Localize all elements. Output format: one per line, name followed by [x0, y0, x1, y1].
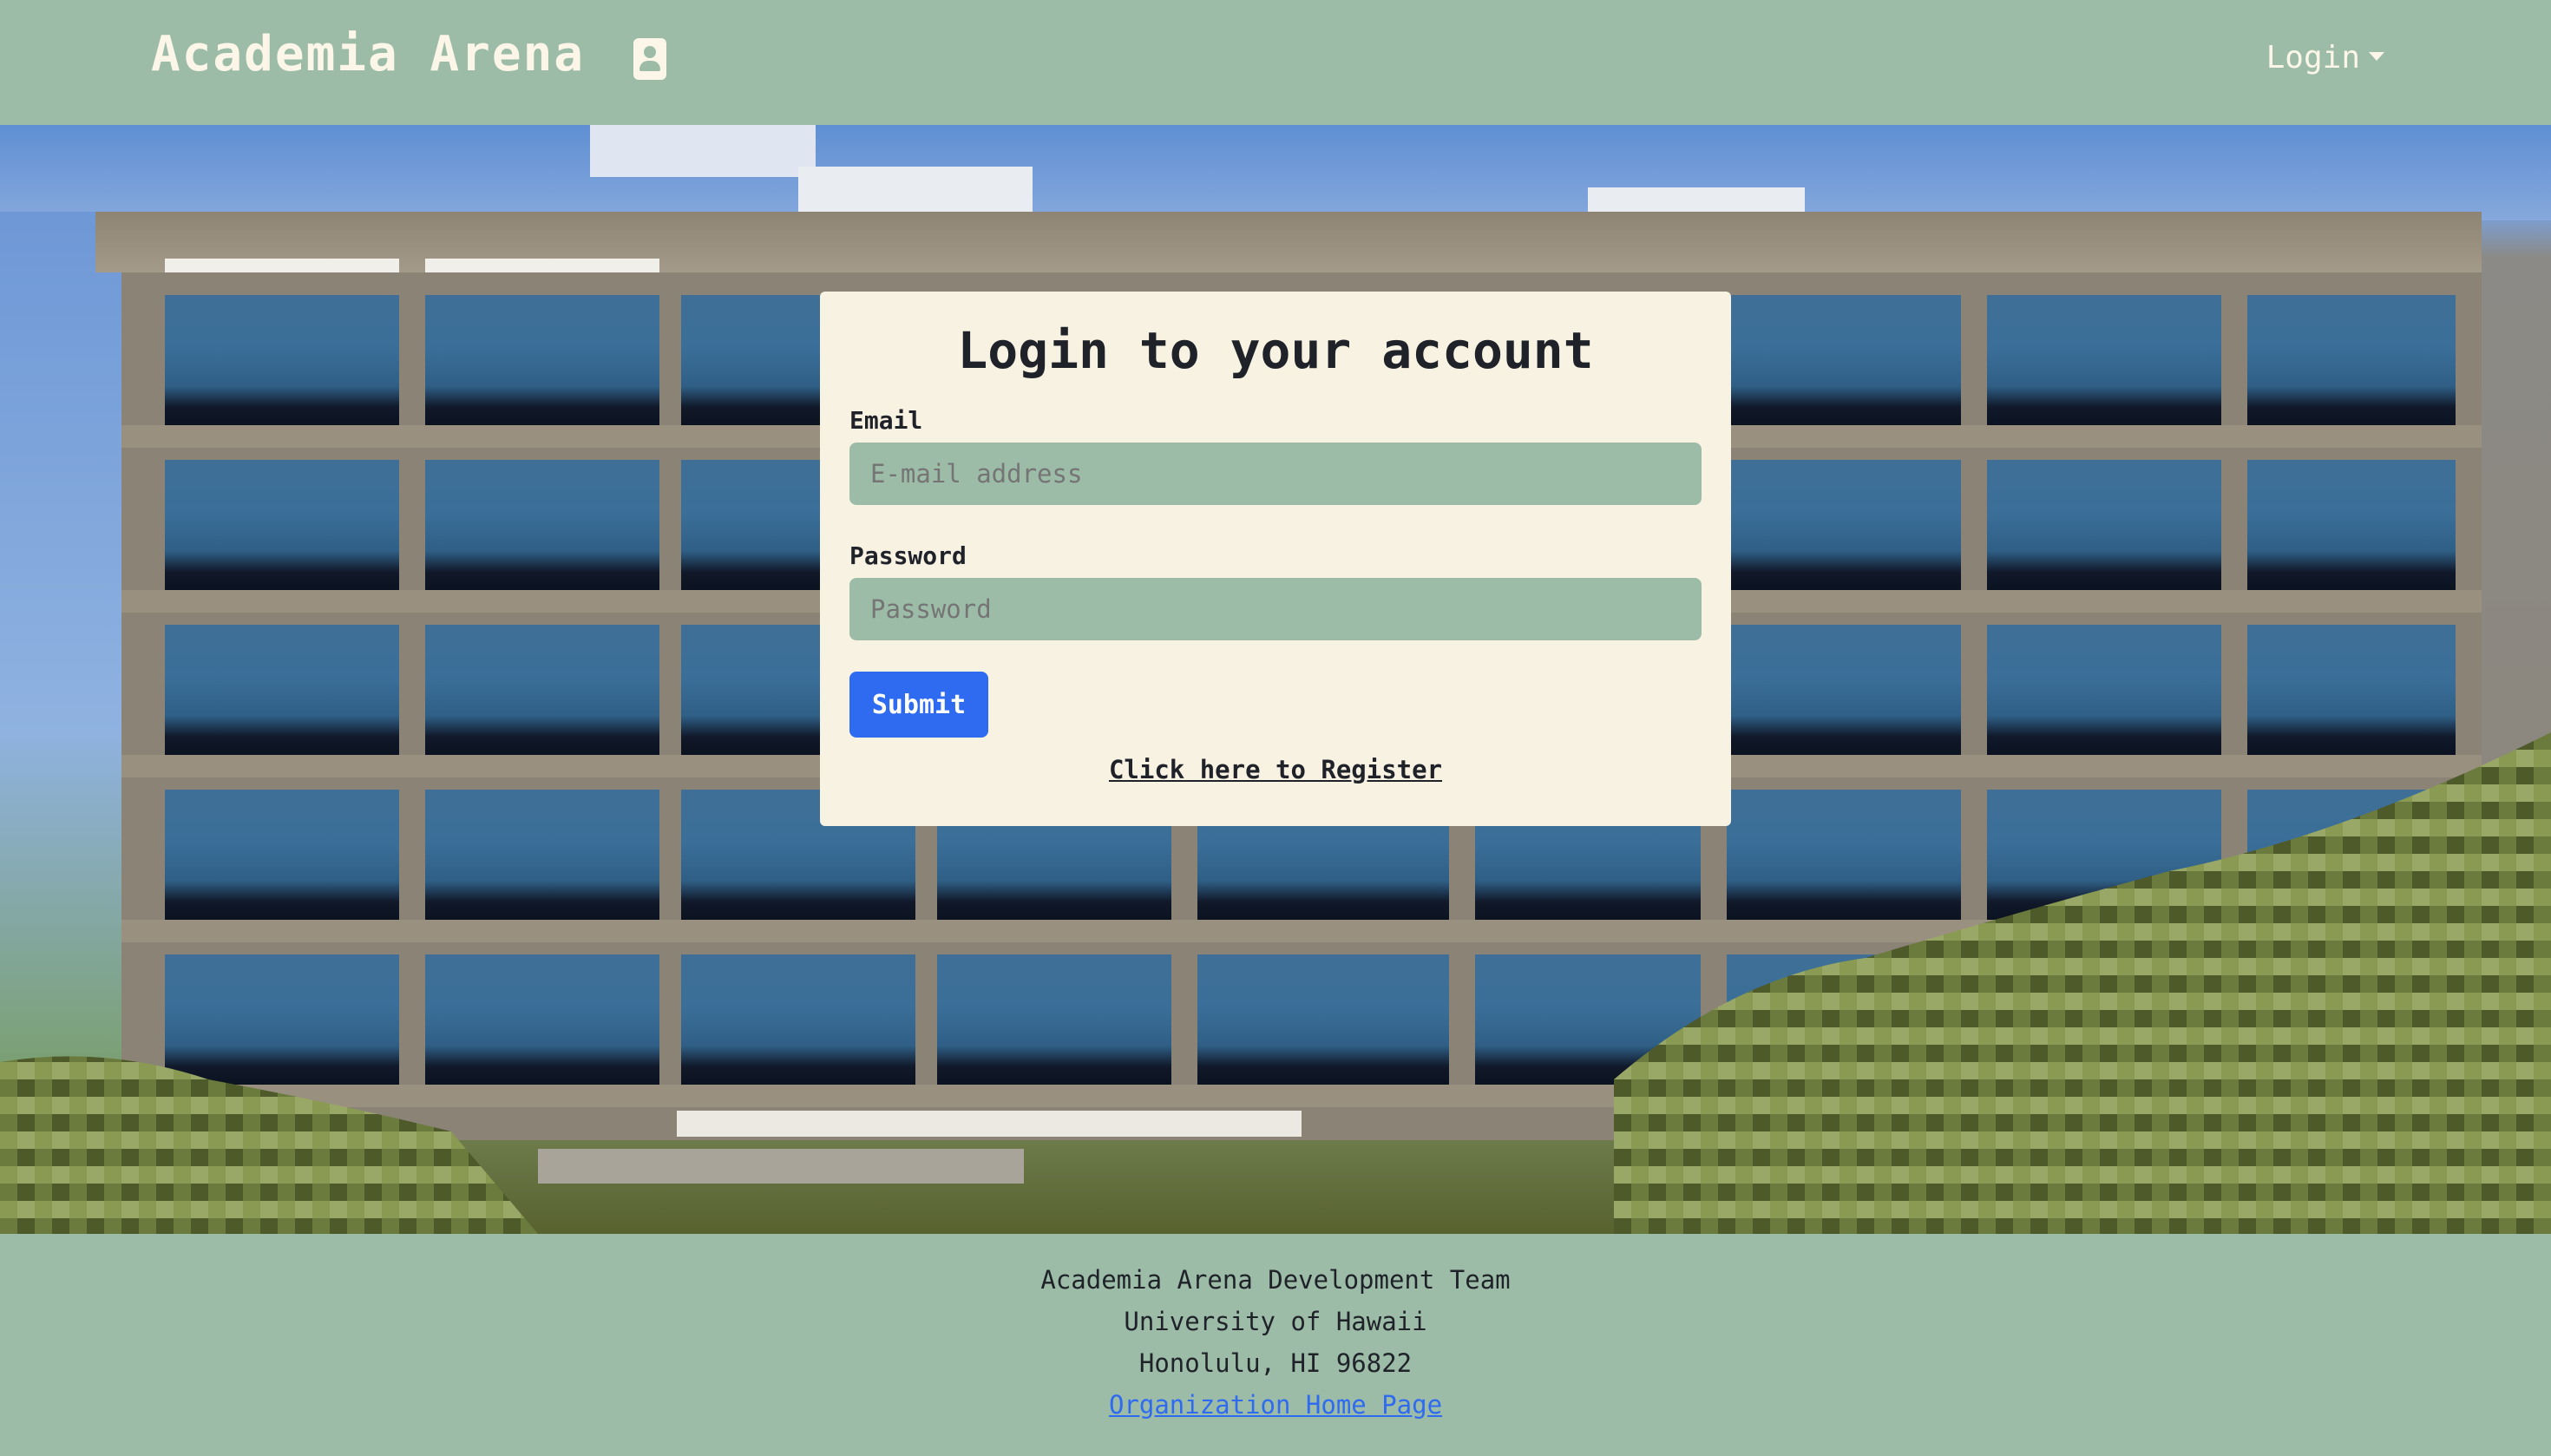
login-dropdown-label: Login	[2266, 40, 2360, 75]
caret-down-icon	[2369, 51, 2384, 61]
login-card: Login to your account Email Password Sub…	[820, 292, 1731, 826]
login-dropdown[interactable]: Login	[2266, 40, 2384, 75]
email-field[interactable]	[849, 443, 1702, 505]
footer-address: Honolulu, HI 96822	[1138, 1348, 1413, 1378]
footer: Academia Arena Development Team Universi…	[0, 1234, 2551, 1456]
organization-home-link[interactable]: Organization Home Page	[1109, 1390, 1442, 1420]
register-link[interactable]: Click here to Register	[820, 755, 1731, 784]
login-title: Login to your account	[957, 321, 1594, 380]
email-label: Email	[849, 406, 923, 435]
password-label: Password	[849, 541, 967, 570]
submit-button[interactable]: Submit	[849, 672, 988, 738]
navbar: Academia Arena Login	[0, 0, 2551, 125]
password-field[interactable]	[849, 578, 1702, 640]
brand-title[interactable]: Academia Arena	[151, 26, 585, 82]
footer-team: Academia Arena Development Team	[1040, 1265, 1511, 1295]
footer-university: University of Hawaii	[1124, 1307, 1427, 1336]
id-badge-icon	[633, 38, 666, 80]
